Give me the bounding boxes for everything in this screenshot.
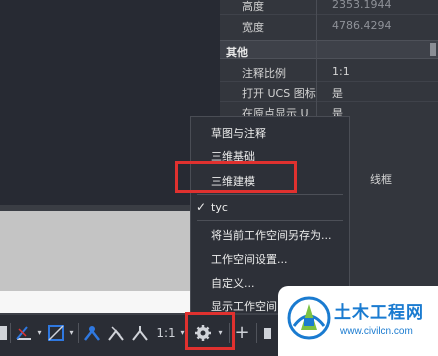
- command-area: [0, 211, 190, 291]
- menu-item-save-workspace-as[interactable]: 将当前工作空间另存为...: [191, 222, 349, 244]
- menu-item-label: 草图与注释: [211, 127, 266, 140]
- layout-tabs-strip: [0, 291, 190, 313]
- status-bar-lead: [0, 323, 8, 343]
- property-key: 注释比例: [242, 67, 286, 80]
- section-header-other[interactable]: 其他: [220, 40, 438, 59]
- lock-ui-icon[interactable]: [262, 323, 274, 343]
- plus-icon[interactable]: +: [232, 323, 252, 343]
- visual-style-value: 线框: [370, 173, 392, 186]
- watermark-url: www.civilcn.com: [340, 326, 413, 337]
- civilcn-logo-icon: [286, 296, 332, 340]
- chevron-down-icon[interactable]: ▾: [35, 323, 44, 343]
- auto-scale-icon[interactable]: [106, 323, 126, 343]
- property-key: 打开 UCS 图标: [242, 87, 316, 100]
- annotation-visibility-icon[interactable]: [82, 323, 102, 343]
- ucs-icon[interactable]: [13, 323, 35, 343]
- watermark-title: 土木工程网: [334, 303, 424, 323]
- property-row-annotation-scale[interactable]: 注释比例 1:1: [220, 61, 438, 81]
- annotation-scale-value[interactable]: 1:1: [155, 323, 177, 343]
- menu-item-tyc[interactable]: ✓ tyc: [191, 196, 349, 218]
- menu-item-label: 工作空间设置...: [211, 253, 288, 266]
- menu-item-workspace-settings[interactable]: 工作空间设置...: [191, 246, 349, 268]
- section-title: 其他: [226, 46, 248, 59]
- highlight-box-gear: [185, 312, 235, 350]
- property-value: 2353.1944: [332, 0, 392, 11]
- highlight-box-3d-modeling: [175, 161, 297, 193]
- menu-item-sketch-annotation[interactable]: 草图与注释: [191, 120, 349, 142]
- menu-item-label: 自定义...: [211, 277, 255, 290]
- ucs-plan-icon[interactable]: [45, 323, 67, 343]
- check-icon: ✓: [196, 200, 207, 214]
- column-divider: [316, 0, 317, 130]
- toolbar-divider: [10, 323, 11, 343]
- property-row[interactable]: 宽度 4786.4294: [220, 15, 438, 35]
- chevron-down-icon[interactable]: ▾: [67, 323, 76, 343]
- toolbar-divider: [78, 323, 79, 343]
- scrollbar-thumb[interactable]: [430, 43, 436, 56]
- property-key: 宽度: [242, 21, 264, 34]
- menu-separator: [197, 220, 343, 221]
- property-row-ucs-icon[interactable]: 打开 UCS 图标 是: [220, 81, 438, 101]
- menu-item-label: tyc: [211, 201, 228, 214]
- property-key: 高度: [242, 0, 264, 13]
- annotation-scale-icon[interactable]: [130, 323, 150, 343]
- toolbar-divider: [256, 323, 257, 343]
- property-value: 是: [332, 87, 343, 100]
- property-row[interactable]: 高度 2353.1944: [220, 0, 438, 14]
- property-value: 4786.4294: [332, 19, 392, 32]
- property-value: 1:1: [332, 65, 350, 78]
- watermark: 土木工程网 www.civilcn.com: [278, 286, 438, 356]
- menu-item-label: 将当前工作空间另存为...: [211, 229, 332, 242]
- menu-separator: [197, 194, 343, 195]
